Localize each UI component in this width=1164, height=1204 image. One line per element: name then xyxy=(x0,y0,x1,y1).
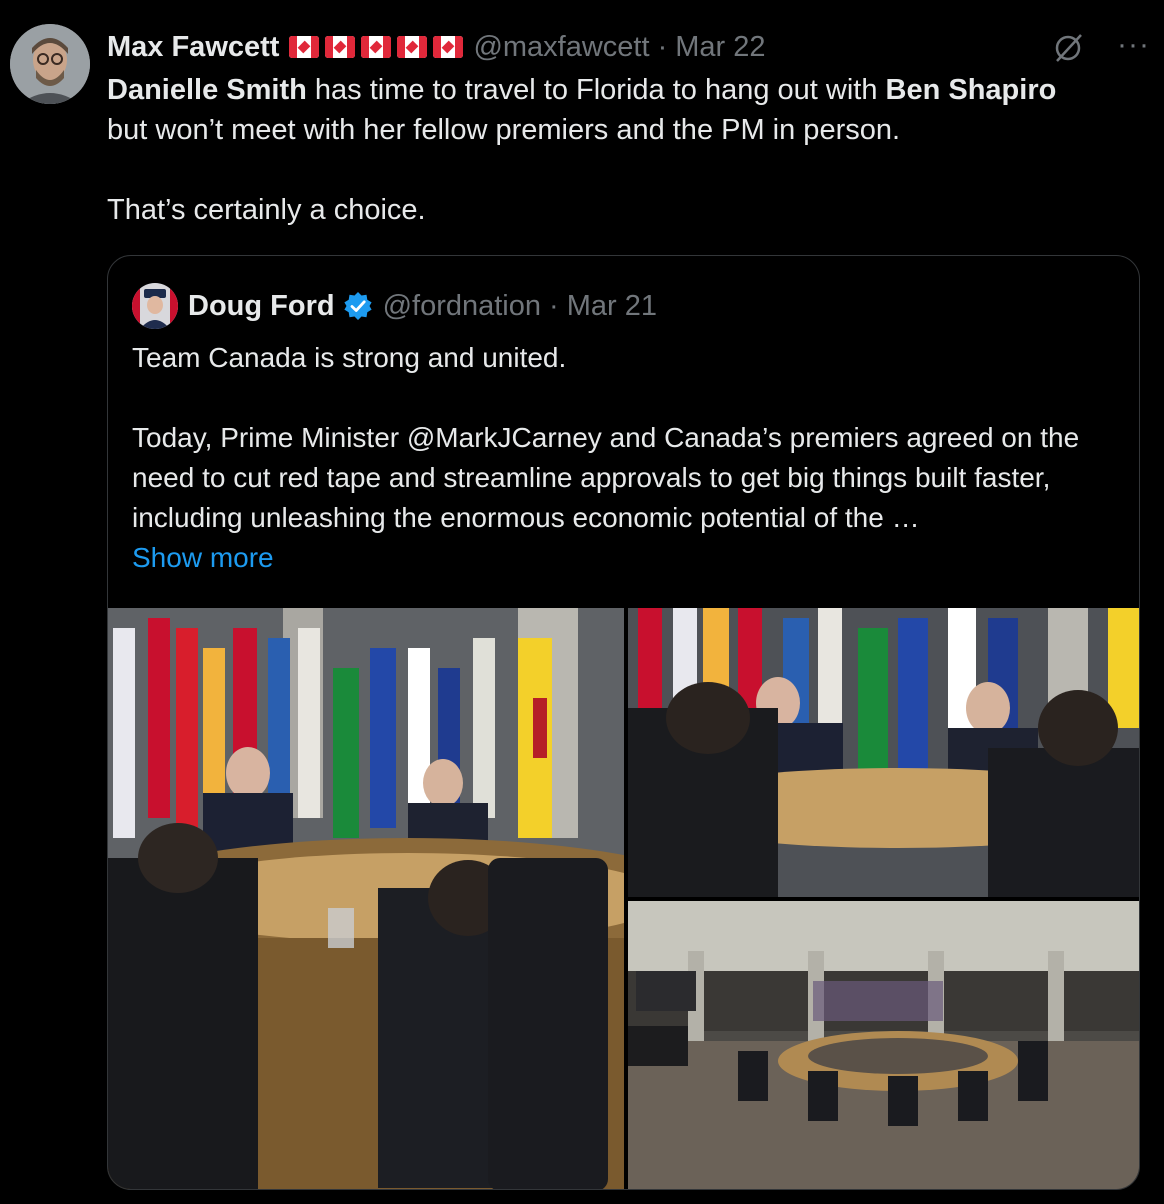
author-name[interactable]: Max Fawcett xyxy=(107,31,279,64)
quoted-author-avatar[interactable] xyxy=(132,283,178,329)
verified-badge-icon xyxy=(343,291,373,321)
media-photo-2[interactable] xyxy=(628,608,1139,897)
tweet-text-line: That’s certainly a choice. xyxy=(107,194,426,226)
grok-icon[interactable] xyxy=(1052,32,1084,64)
quoted-text-paragraph: Team Canada is strong and united. xyxy=(132,342,567,373)
quoted-tweet[interactable]: Doug Ford @fordnation · Mar 21 Team Cana… xyxy=(107,255,1140,1190)
show-more-link[interactable]: Show more xyxy=(132,542,274,573)
more-icon[interactable]: ··· xyxy=(1117,30,1150,60)
canada-flag-icon xyxy=(433,36,464,58)
quoted-author-handle[interactable]: @fordnation xyxy=(383,290,541,323)
canada-flag-icon xyxy=(361,36,392,58)
canada-flag-icon xyxy=(289,36,320,58)
media-grid xyxy=(108,608,1139,1189)
media-photo-1[interactable] xyxy=(108,608,624,1189)
author-handle[interactable]: @maxfawcett xyxy=(473,31,649,64)
tweet-date[interactable]: Mar 22 xyxy=(675,31,765,64)
mention-ben-shapiro: Ben Shapiro xyxy=(885,74,1057,106)
media-photo-3[interactable] xyxy=(628,901,1139,1189)
canada-flag-icon xyxy=(325,36,356,58)
tweet-header: Max Fawcett @maxfawcett · Mar 22 xyxy=(107,28,1144,66)
separator-dot: · xyxy=(549,289,559,322)
mention-danielle-smith: Danielle Smith xyxy=(107,74,307,106)
quoted-author-name[interactable]: Doug Ford xyxy=(188,290,335,323)
flag-emoji-group xyxy=(289,36,464,58)
quoted-text-paragraph: Today, Prime Minister @MarkJCarney and C… xyxy=(132,422,1080,533)
canada-flag-icon xyxy=(397,36,428,58)
tweet-text: Danielle Smith has time to travel to Flo… xyxy=(107,70,1147,230)
quoted-tweet-text: Team Canada is strong and united. Today,… xyxy=(132,338,1122,578)
quoted-tweet-header: Doug Ford @fordnation · Mar 21 xyxy=(132,283,657,329)
tweet-text-line: but won’t meet with her fellow premiers … xyxy=(107,114,901,146)
tweet-text-segment: has time to travel to Florida to hang ou… xyxy=(306,74,886,106)
author-avatar[interactable] xyxy=(10,24,90,104)
quoted-tweet-date[interactable]: Mar 21 xyxy=(567,290,657,323)
separator-dot: · xyxy=(657,30,668,63)
